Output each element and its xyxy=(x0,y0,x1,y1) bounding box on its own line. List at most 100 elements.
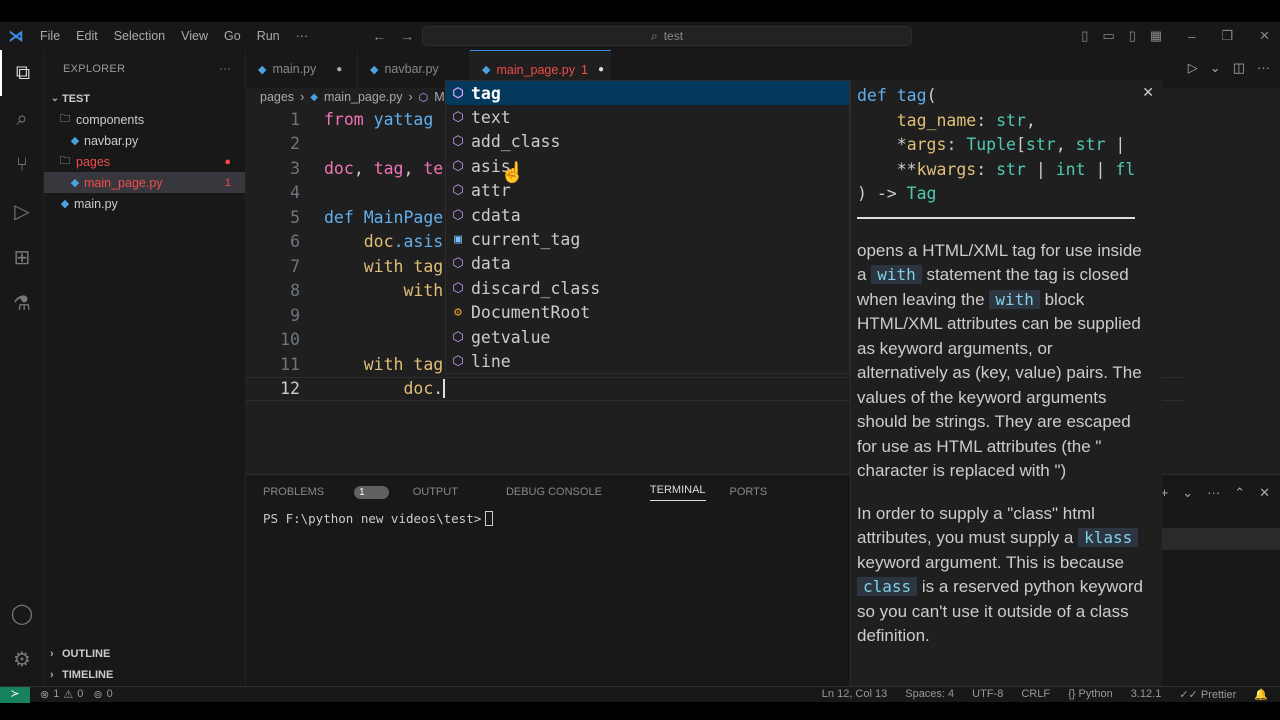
tree-item-navbar[interactable]: ◆ navbar.py xyxy=(44,130,245,151)
suggestion-label: tag xyxy=(471,83,501,103)
run-debug-icon[interactable]: ▷ xyxy=(0,188,44,234)
toggle-sidebar-icon[interactable]: ▯ xyxy=(1081,28,1088,44)
method-icon: ⬡ xyxy=(452,183,464,199)
code-token: te xyxy=(423,158,444,178)
tree-item-label: components xyxy=(76,112,145,127)
account-icon[interactable]: ◯ xyxy=(0,590,44,636)
doc-paragraph: opens a HTML/XML tag for use inside a wi… xyxy=(857,240,1142,481)
toggle-panel-icon[interactable]: ▭ xyxy=(1102,28,1114,44)
indentation[interactable]: Spaces: 4 xyxy=(905,688,954,701)
search-view-icon[interactable]: ⌕ xyxy=(0,96,44,142)
line-number: 7 xyxy=(290,256,300,276)
workspace-root[interactable]: ⌄ TEST xyxy=(44,88,245,109)
tab-main[interactable]: ◆ main.py ● xyxy=(246,50,358,88)
terminal-dropdown-icon[interactable]: ⌄ xyxy=(1182,485,1193,501)
menu-go[interactable]: Go xyxy=(216,29,249,43)
menu-selection[interactable]: Selection xyxy=(106,29,173,43)
testing-flask-icon[interactable]: ⚗ xyxy=(0,280,44,326)
tab-output[interactable]: OUTPUT xyxy=(413,486,506,498)
more-actions-icon[interactable]: ··· xyxy=(219,63,231,75)
suggestion-label: cdata xyxy=(471,205,521,225)
close-window-icon[interactable]: ✕ xyxy=(1259,28,1270,44)
run-file-icon[interactable]: ▷ xyxy=(1188,60,1198,76)
maximize-panel-icon[interactable]: ⌃ xyxy=(1234,485,1245,501)
menu-more[interactable]: ··· xyxy=(288,29,317,43)
folder-icon: 🗀 xyxy=(59,155,71,167)
explorer-icon[interactable]: ⧉ xyxy=(0,50,44,96)
close-icon[interactable]: ✕ xyxy=(1142,84,1154,101)
line-number: 1 xyxy=(290,109,300,129)
run-dropdown-icon[interactable]: ⌄ xyxy=(1210,60,1221,76)
minimize-icon[interactable]: – xyxy=(1188,29,1195,44)
tab-debug-console[interactable]: DEBUG CONSOLE xyxy=(506,486,650,498)
python-file-icon: ◆ xyxy=(370,63,379,76)
forward-arrow-icon[interactable]: → xyxy=(400,28,414,44)
code-token: . xyxy=(433,379,444,399)
toggle-secondary-sidebar-icon[interactable]: ▯ xyxy=(1129,28,1136,44)
tree-item-main[interactable]: ◆ main.py xyxy=(44,193,245,214)
title-bar: ⋊ File Edit Selection View Go Run ··· ← … xyxy=(0,22,1280,50)
terminal-cursor xyxy=(485,511,494,526)
tree-item-main-page[interactable]: ◆ main_page.py 1 xyxy=(44,172,245,193)
outline-pane-header[interactable]: › OUTLINE xyxy=(44,643,246,664)
problems-status[interactable]: ⊗ 1 ⚠ 0 xyxy=(40,688,83,701)
command-center-search[interactable]: ⌕ test xyxy=(422,26,912,46)
split-editor-icon[interactable]: ◫ xyxy=(1233,60,1245,76)
customize-layout-icon[interactable]: ▦ xyxy=(1150,28,1162,44)
tree-item-pages[interactable]: 🗀 pages ● xyxy=(44,151,245,172)
manage-gear-icon[interactable]: ⚙ xyxy=(0,636,44,682)
terminal-list-item[interactable] xyxy=(1162,528,1280,550)
tree-item-components[interactable]: 🗀 components xyxy=(44,109,245,130)
menu-file[interactable]: File xyxy=(32,29,68,43)
code-token: tag xyxy=(373,158,404,178)
timeline-pane-header[interactable]: › TIMELINE xyxy=(44,664,246,685)
back-arrow-icon[interactable]: ← xyxy=(372,28,386,44)
end-of-line[interactable]: CRLF xyxy=(1021,688,1050,701)
signature-line: ) -> Tag xyxy=(857,184,937,203)
suggestion-item[interactable]: ⚙ DocumentRoot xyxy=(446,301,849,325)
breadcrumb-file[interactable]: main_page.py xyxy=(324,90,403,104)
suggestion-item[interactable]: ⬡ tag xyxy=(446,81,849,106)
extensions-icon[interactable]: ⊞ xyxy=(0,234,44,280)
cursor-position[interactable]: Ln 12, Col 13 xyxy=(822,688,887,701)
activity-bar: ⧉ ⌕ ⑂ ▷ ⊞ ⚗ ◯ ⚙ xyxy=(0,50,44,686)
line-number: 3 xyxy=(290,158,300,178)
divider xyxy=(857,216,1135,219)
ports-status[interactable]: ⊚ 0 xyxy=(93,688,112,701)
braces-icon: {} xyxy=(1068,688,1076,700)
more-actions-icon[interactable]: ··· xyxy=(1207,485,1220,501)
tab-problems[interactable]: PROBLEMS 1 xyxy=(263,485,413,499)
tab-ports[interactable]: PORTS xyxy=(730,486,816,498)
menu-edit[interactable]: Edit xyxy=(68,29,106,43)
python-version[interactable]: 3.12.1 xyxy=(1131,688,1162,701)
code-token: .asis xyxy=(393,232,444,252)
method-icon: ⬡ xyxy=(452,158,464,174)
suggestion-item[interactable]: ⬡ discard_class xyxy=(446,276,849,300)
suggestion-item[interactable]: ⬡ text xyxy=(446,105,849,129)
more-actions-icon[interactable]: ··· xyxy=(1257,60,1270,76)
restore-icon[interactable]: ❐ xyxy=(1221,28,1233,44)
prettier-status[interactable]: ✓✓ Prettier xyxy=(1179,688,1236,701)
language-mode[interactable]: {} Python xyxy=(1068,688,1113,701)
close-panel-icon[interactable]: ✕ xyxy=(1259,485,1270,501)
suggestion-item[interactable]: ⬡ data xyxy=(446,252,849,276)
suggestion-item[interactable]: ▣ current_tag xyxy=(446,227,849,251)
remote-indicator-icon[interactable]: ≻ xyxy=(0,686,30,703)
suggestion-item[interactable]: ⬡ add_class xyxy=(446,130,849,154)
folder-icon: 🗀 xyxy=(59,113,71,125)
suggestion-item[interactable]: ⬡ getvalue xyxy=(446,325,849,349)
menu-run[interactable]: Run xyxy=(249,29,288,43)
code-token: doc xyxy=(363,232,394,252)
suggestion-item[interactable]: ⬡ cdata xyxy=(446,203,849,227)
breadcrumb-folder[interactable]: pages xyxy=(260,90,294,104)
suggestion-item[interactable]: ⬡ line xyxy=(446,349,849,373)
encoding[interactable]: UTF-8 xyxy=(972,688,1003,701)
notifications-bell-icon[interactable]: 🔔 xyxy=(1254,688,1268,701)
unsaved-dot-icon[interactable]: ● xyxy=(598,64,604,75)
unsaved-dot-icon[interactable]: ● xyxy=(336,64,342,75)
breadcrumb-symbol[interactable]: M xyxy=(434,90,444,104)
signature-line: tag_name: str, xyxy=(896,110,1036,130)
tab-terminal[interactable]: TERMINAL xyxy=(649,484,730,501)
menu-view[interactable]: View xyxy=(173,29,216,43)
source-control-icon[interactable]: ⑂ xyxy=(0,142,44,188)
